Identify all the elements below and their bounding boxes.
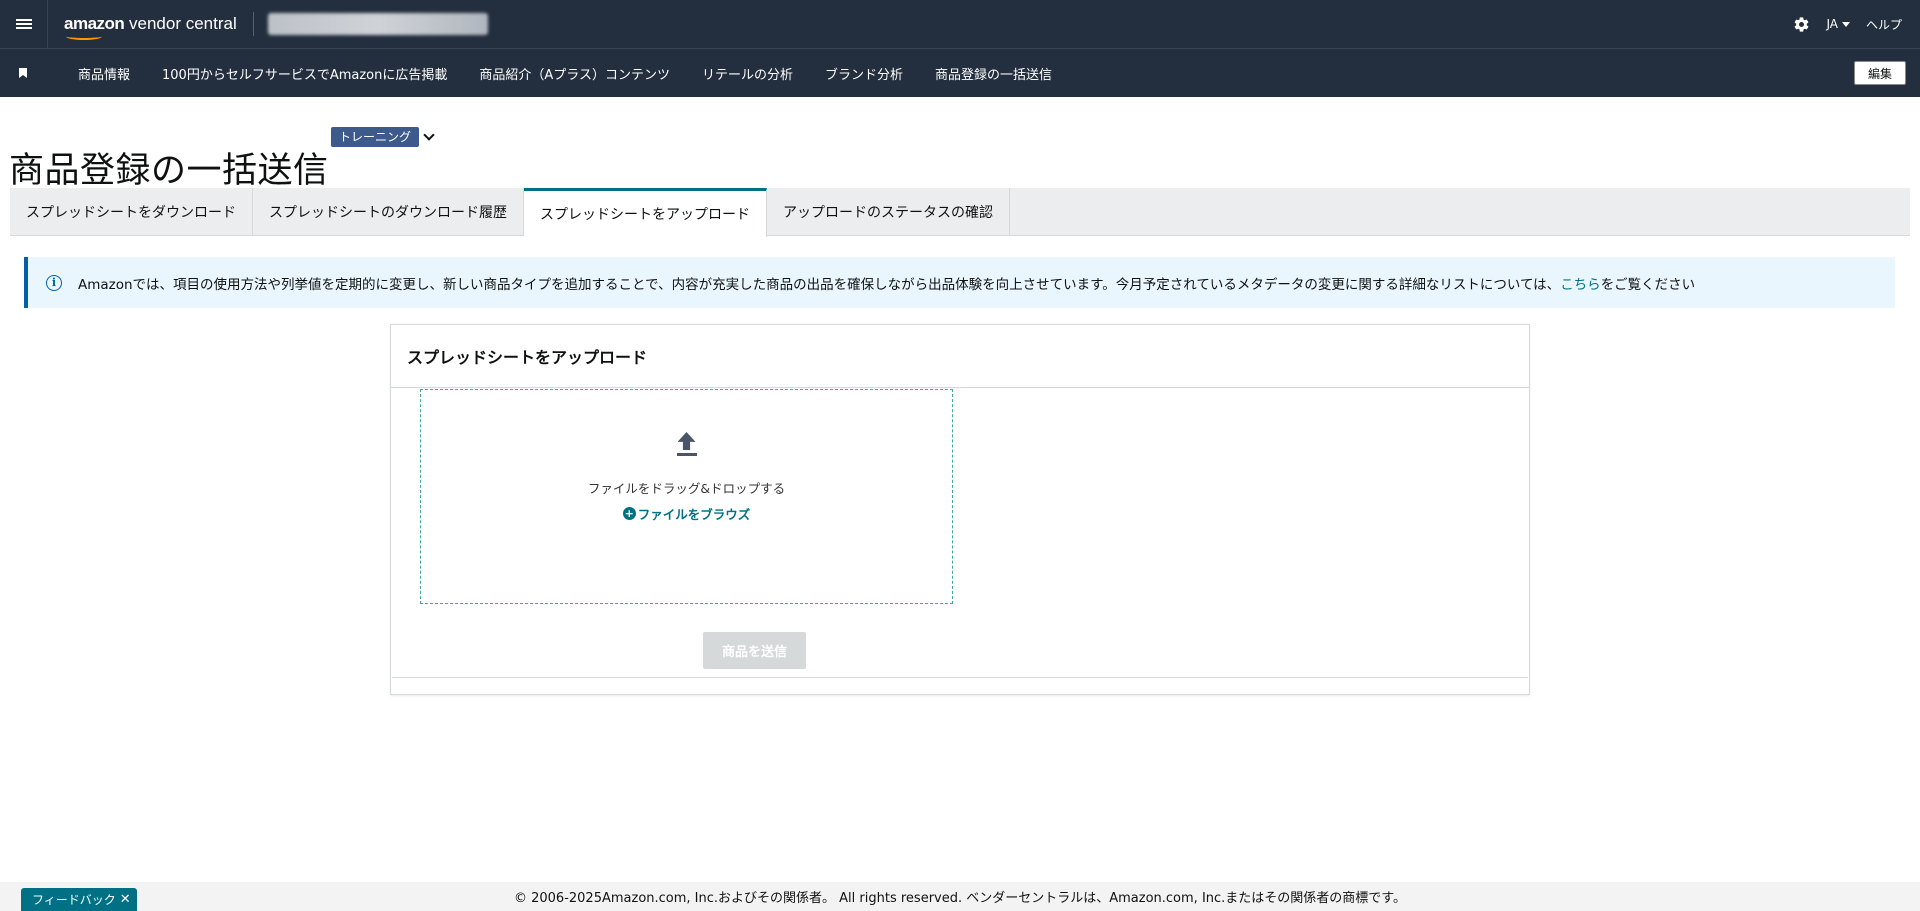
info-text: Amazonでは、項目の使用方法や列挙値を定期的に変更し、新しい商品タイプを追加… bbox=[78, 273, 1695, 293]
nav-item-bulk-upload[interactable]: 商品登録の一括送信 bbox=[935, 64, 1052, 83]
menu-icon[interactable] bbox=[0, 0, 48, 48]
footer-copyright: © 2006-2025Amazon.com, Inc.およびその関係者。 All… bbox=[513, 891, 1406, 906]
upload-card: スプレッドシートをアップロード ファイルをドラッグ&ドロップする + ファイルを… bbox=[390, 324, 1530, 695]
top-right-controls: JA ヘルプ bbox=[1792, 15, 1902, 33]
browse-files-label: ファイルをブラウズ bbox=[637, 507, 751, 522]
logo-text-amazon: amazon bbox=[64, 14, 125, 33]
tab-download-history[interactable]: スプレッドシートのダウンロード履歴 bbox=[253, 188, 524, 236]
language-label: JA bbox=[1826, 17, 1838, 31]
nav-item-advertising[interactable]: 100円からセルフサービスでAmazonに広告掲載 bbox=[162, 64, 447, 83]
footer: © 2006-2025Amazon.com, Inc.およびその関係者。 All… bbox=[0, 882, 1920, 911]
training-control: トレーニング bbox=[331, 127, 435, 147]
info-banner-suffix: をご覧ください bbox=[1600, 276, 1696, 293]
submit-products-button[interactable]: 商品を送信 bbox=[703, 632, 806, 669]
tab-upload-status[interactable]: アップロードのステータスの確認 bbox=[767, 188, 1010, 236]
bookmark-icon[interactable] bbox=[0, 49, 46, 97]
upload-card-body: ファイルをドラッグ&ドロップする + ファイルをブラウズ 商品を送信 bbox=[392, 388, 1528, 678]
info-banner: i Amazonでは、項目の使用方法や列挙値を定期的に変更し、新しい商品タイプを… bbox=[24, 257, 1895, 308]
account-switcher[interactable] bbox=[267, 13, 488, 35]
nav-item-product-info[interactable]: 商品情報 bbox=[78, 64, 130, 83]
info-banner-link[interactable]: こちら bbox=[1560, 277, 1601, 293]
tab-download-spreadsheet[interactable]: スプレッドシートをダウンロード bbox=[10, 188, 253, 236]
tab-bar: スプレッドシートをダウンロード スプレッドシートのダウンロード履歴 スプレッドシ… bbox=[10, 188, 1910, 237]
logo-text-vendor-central: vendor central bbox=[124, 14, 237, 33]
feedback-button[interactable]: フィードバック ✕ bbox=[21, 888, 137, 911]
drop-instructions: ファイルをドラッグ&ドロップする bbox=[587, 481, 786, 496]
top-bar: amazon vendor central JA ヘルプ bbox=[0, 0, 1920, 48]
upload-icon bbox=[675, 432, 699, 460]
nav-item-retail-analytics[interactable]: リテールの分析 bbox=[702, 64, 793, 83]
tab-upload-spreadsheet[interactable]: スプレッドシートをアップロード bbox=[524, 188, 767, 237]
close-icon[interactable]: ✕ bbox=[120, 892, 131, 907]
nav-bar: 商品情報 100円からセルフサービスでAmazonに広告掲載 商品紹介（Aプラス… bbox=[0, 48, 1920, 97]
help-link[interactable]: ヘルプ bbox=[1866, 16, 1902, 33]
training-badge[interactable]: トレーニング bbox=[331, 127, 420, 147]
edit-button[interactable]: 編集 bbox=[1853, 61, 1906, 85]
caret-down-icon bbox=[1841, 21, 1850, 27]
feedback-label: フィードバック bbox=[32, 893, 116, 907]
plus-circle-icon: + bbox=[622, 507, 636, 520]
file-dropzone[interactable]: ファイルをドラッグ&ドロップする + ファイルをブラウズ bbox=[420, 389, 953, 604]
gear-icon[interactable] bbox=[1792, 15, 1810, 33]
info-banner-text: Amazonでは、項目の使用方法や列挙値を定期的に変更し、新しい商品タイプを追加… bbox=[78, 276, 1561, 293]
nav-item-brand-analytics[interactable]: ブランド分析 bbox=[825, 64, 903, 83]
logo-divider bbox=[252, 12, 254, 36]
vendor-central-logo[interactable]: amazon vendor central bbox=[64, 14, 237, 40]
page-title: 商品登録の一括送信 bbox=[9, 151, 329, 191]
nav-item-aplus-content[interactable]: 商品紹介（Aプラス）コンテンツ bbox=[479, 64, 670, 83]
browse-files-link[interactable]: + ファイルをブラウズ bbox=[622, 504, 751, 523]
chevron-down-icon[interactable] bbox=[423, 129, 435, 141]
upload-card-header: スプレッドシートをアップロード bbox=[391, 325, 1529, 388]
info-icon: i bbox=[46, 274, 62, 291]
language-selector[interactable]: JA bbox=[1826, 17, 1850, 31]
amazon-smile-icon bbox=[66, 33, 102, 40]
